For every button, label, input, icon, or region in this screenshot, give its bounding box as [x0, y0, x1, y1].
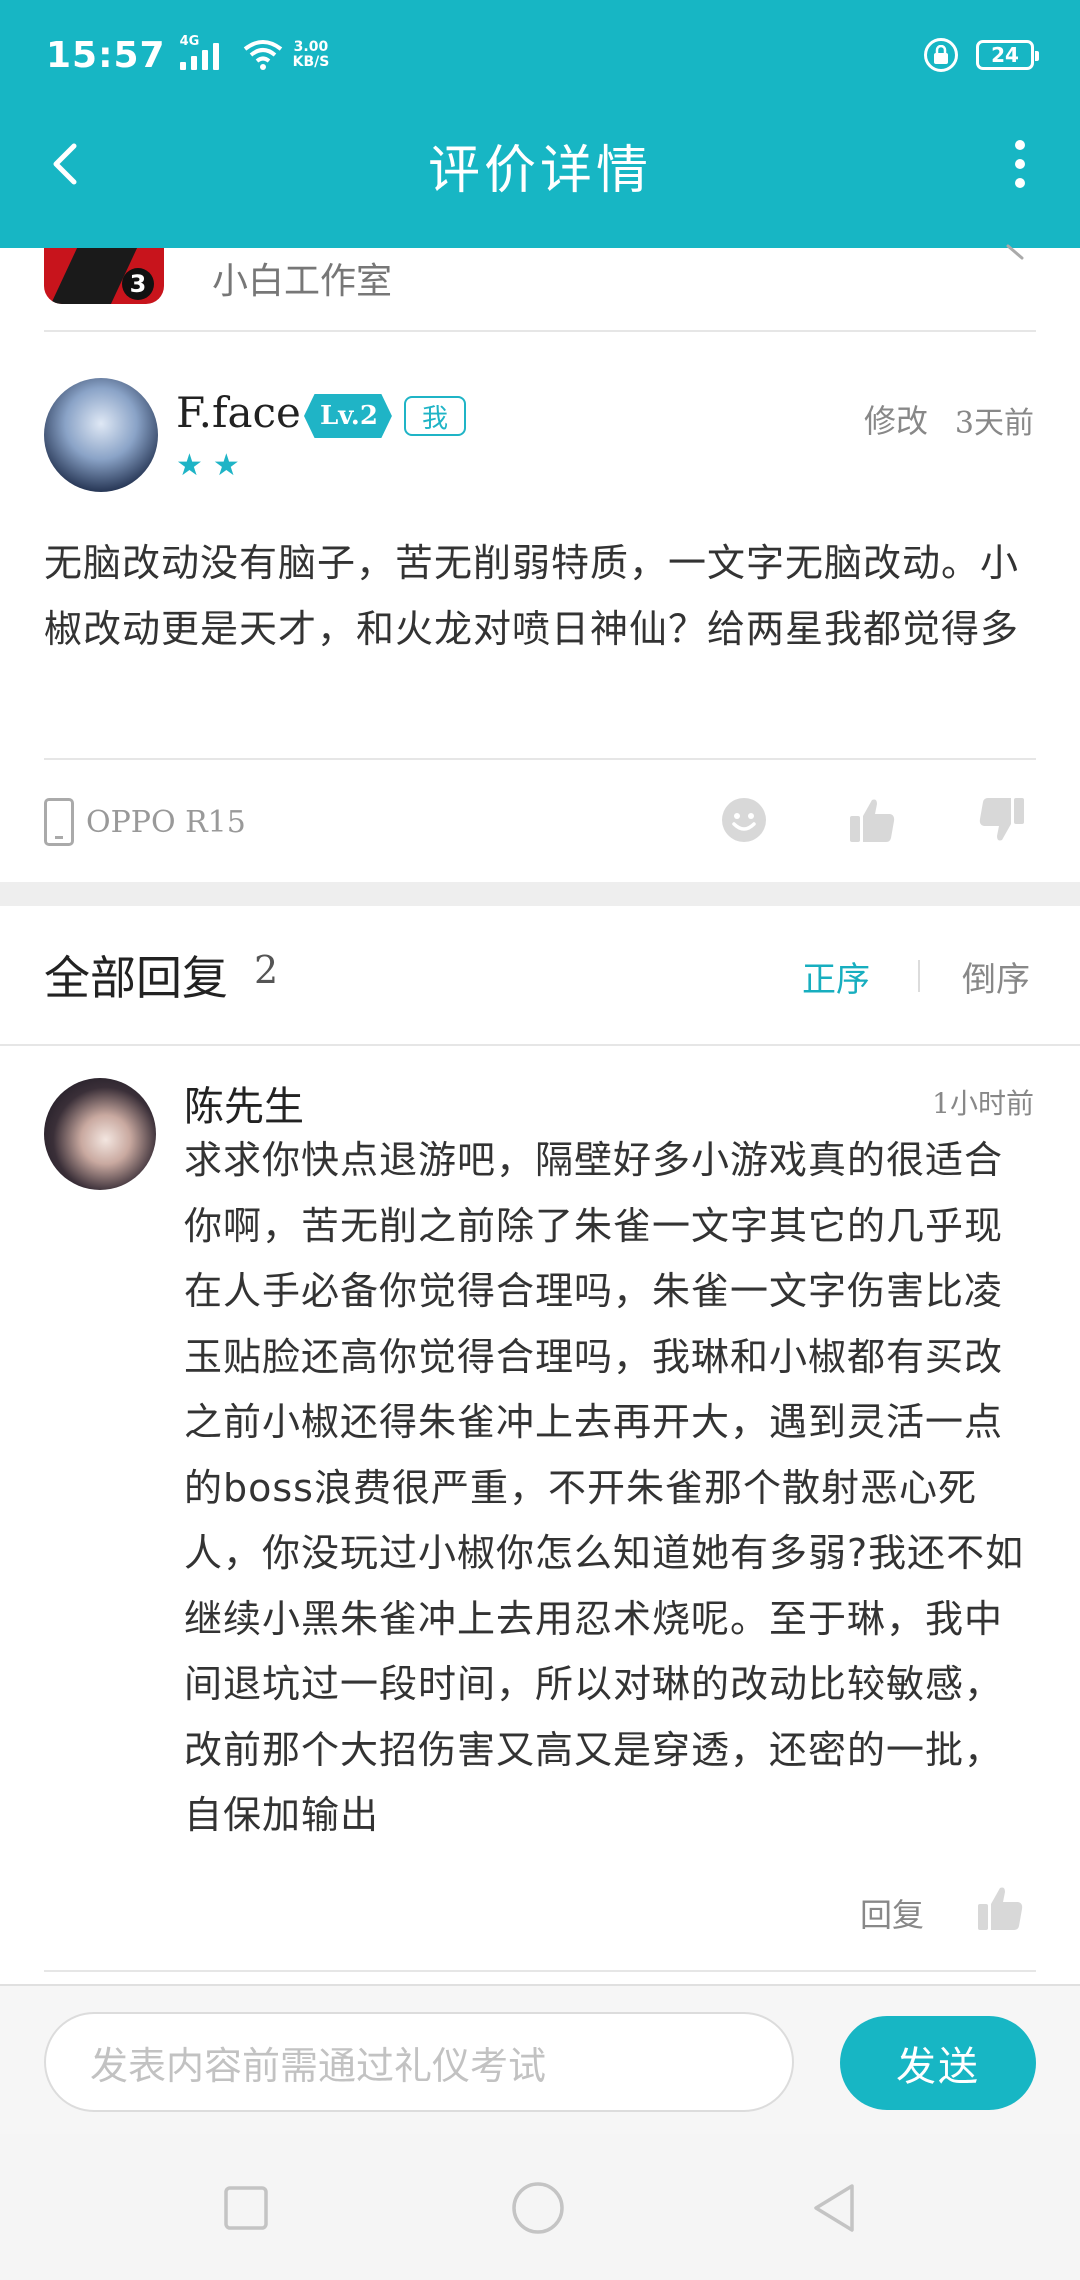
app-header: 15:57 4G 3.00 KB/S 24 评价详情: [0, 0, 1080, 248]
chevron-left-icon[interactable]: [42, 138, 94, 190]
emoji-react-icon[interactable]: [718, 794, 770, 846]
app-bar: 评价详情: [0, 100, 1080, 230]
more-vertical-icon[interactable]: [1000, 136, 1040, 192]
app-info-row[interactable]: 3 小白工作室: [0, 244, 1080, 332]
phone-icon: [44, 798, 74, 846]
review-content: 无脑改动没有脑子，苦无削弱特质，一文字无脑改动。小椒改动更是天才，和火龙对喷日神…: [44, 541, 1020, 651]
comment-input[interactable]: 发表内容前需通过礼仪考试: [44, 2012, 794, 2112]
network-speed: 3.00 KB/S: [293, 40, 330, 70]
cell-signal-icon: 4G: [179, 34, 219, 70]
home-icon[interactable]: [510, 2180, 566, 2236]
divider: [44, 758, 1036, 760]
replies-title: 全部回复: [44, 951, 228, 1005]
network-speed-value: 3.00: [293, 39, 329, 55]
star-icon: ★: [176, 448, 203, 483]
divider: [44, 330, 1036, 332]
system-nav-bar: [0, 2134, 1080, 2280]
reviewer-avatar[interactable]: [44, 378, 158, 492]
network-speed-unit: KB/S: [292, 54, 330, 70]
reviewer-name[interactable]: F.face: [176, 388, 301, 437]
reply-thumbs-up-icon[interactable]: [974, 1882, 1026, 1934]
rotation-lock-icon: [924, 38, 958, 72]
reply-time: 1小时前: [932, 1087, 1034, 1120]
divider: [0, 1044, 1080, 1046]
status-time: 15:57: [46, 34, 166, 76]
battery-icon: 24: [976, 40, 1039, 70]
battery-level: 24: [991, 43, 1019, 67]
page-title: 评价详情: [427, 140, 652, 201]
level-badge: Lv.2: [304, 394, 392, 438]
developer-name: 小白工作室: [212, 261, 393, 302]
app-icon: 3: [44, 248, 164, 304]
sort-descending-tab[interactable]: 倒序: [962, 952, 1030, 1001]
rating-stars: ★ ★: [176, 448, 240, 483]
device-name: OPPO R15: [86, 804, 246, 840]
me-tag: 我: [404, 396, 466, 436]
comment-bar: 发表内容前需通过礼仪考试 发送: [0, 1984, 1080, 2134]
star-icon: ★: [212, 448, 240, 483]
thumbs-up-icon[interactable]: [846, 794, 898, 846]
reply-content: 求求你快点退游吧，隔壁好多小游戏真的很适合你啊，苦无削之前除了朱雀一文字其它的几…: [184, 1138, 1025, 1837]
review-time: 3天前: [954, 406, 1034, 441]
recents-icon[interactable]: [218, 2180, 274, 2236]
back-nav-icon[interactable]: [806, 2180, 862, 2236]
edit-button[interactable]: 修改: [864, 396, 928, 442]
sort-ascending-tab[interactable]: 正序: [802, 952, 870, 1001]
wifi-icon: [243, 40, 282, 70]
divider: [44, 1970, 1036, 1972]
sort-separator: [918, 960, 920, 992]
section-separator: [0, 882, 1080, 906]
app-icon-badge: 3: [122, 268, 154, 300]
reply-button[interactable]: 回复: [860, 1890, 924, 1936]
device-info: OPPO R15: [44, 798, 246, 846]
send-button[interactable]: 发送: [840, 2016, 1036, 2110]
status-bar: 15:57 4G 3.00 KB/S 24: [46, 30, 1039, 80]
chevron-right-icon: [1006, 244, 1024, 260]
replier-name[interactable]: 陈先生: [184, 1074, 304, 1132]
replies-count: 2: [254, 948, 279, 992]
thumbs-down-icon[interactable]: [976, 794, 1028, 846]
network-type: 4G: [179, 34, 200, 49]
replier-avatar[interactable]: [44, 1078, 156, 1190]
